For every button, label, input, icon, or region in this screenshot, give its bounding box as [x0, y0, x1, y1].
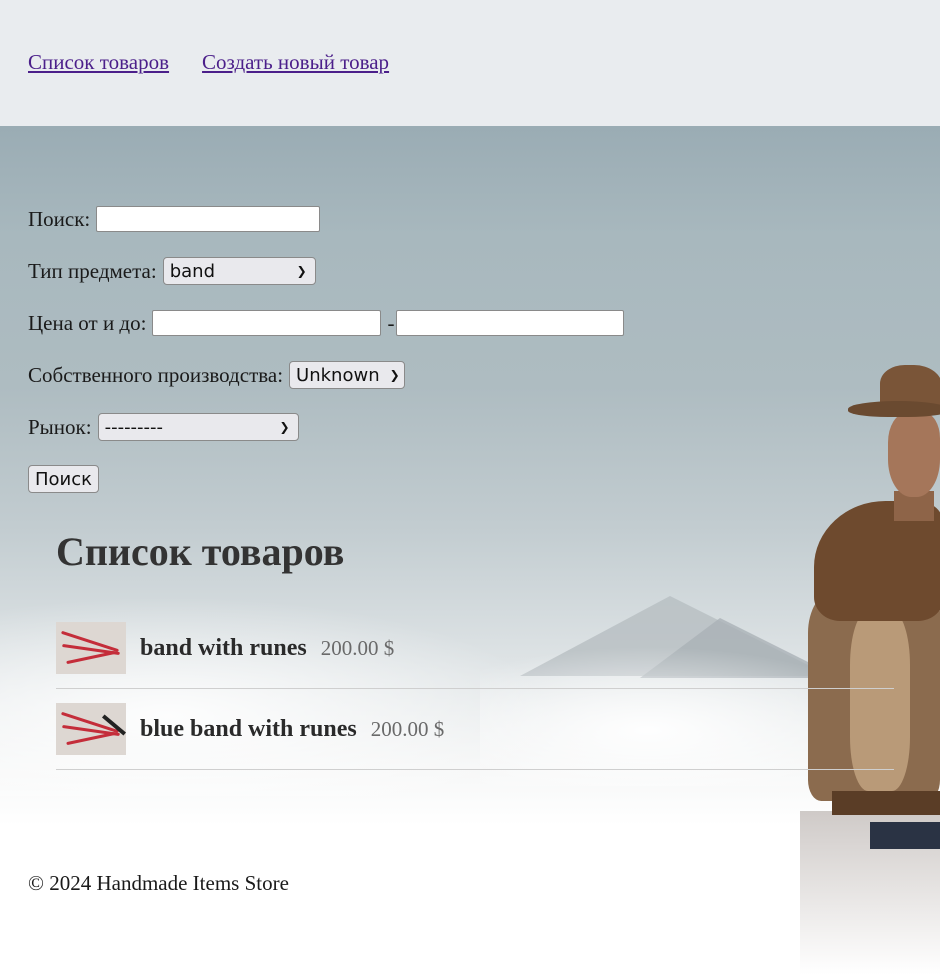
item-type-selected: band	[169, 260, 215, 282]
search-button[interactable]: Поиск	[28, 465, 100, 493]
product-name[interactable]: blue band with runes	[140, 716, 357, 743]
item-type-select[interactable]: band ❯	[162, 257, 316, 285]
product-name[interactable]: band with runes	[140, 635, 307, 662]
product-list-title: Список товаров	[56, 529, 345, 574]
market-selected: ---------	[104, 416, 164, 438]
product-price: 200.00 $	[320, 635, 395, 660]
chevron-down-icon: ❯	[279, 420, 290, 434]
own-production-selected: Unknown	[296, 364, 380, 386]
nav-link-create-product[interactable]: Создать новый товар	[202, 50, 389, 75]
market-label: Рынок:	[28, 414, 92, 439]
list-item[interactable]: band with runes 200.00 $	[56, 608, 894, 689]
price-to-input[interactable]	[396, 310, 625, 336]
price-from-input[interactable]	[152, 310, 382, 336]
chevron-down-icon: ❯	[296, 264, 307, 278]
own-production-row: Собственного производства: Unknown ❯	[28, 360, 624, 390]
type-row: Тип предмета: band ❯	[28, 256, 624, 286]
price-separator: -	[387, 310, 395, 335]
product-thumbnail[interactable]	[56, 703, 126, 755]
own-production-label: Собственного производства:	[28, 362, 284, 387]
own-production-select[interactable]: Unknown ❯	[289, 361, 406, 389]
list-item[interactable]: blue band with runes 200.00 $	[56, 689, 894, 770]
nav-link-product-list[interactable]: Список товаров	[28, 50, 169, 75]
search-input[interactable]	[96, 206, 321, 232]
query-label: Поиск:	[28, 206, 91, 231]
submit-row: Поиск	[28, 464, 624, 494]
price-label: Цена от и до:	[28, 310, 147, 335]
main-nav: Список товаров Создать новый товар	[28, 50, 389, 75]
product-price: 200.00 $	[370, 716, 445, 741]
query-row: Поиск:	[28, 204, 624, 234]
image-corner	[870, 822, 940, 849]
market-select[interactable]: --------- ❯	[97, 413, 299, 441]
product-list: band with runes 200.00 $ blue band with …	[56, 608, 894, 770]
type-label: Тип предмета:	[28, 258, 157, 283]
footer-copyright: © 2024 Handmade Items Store	[28, 871, 289, 895]
product-thumbnail[interactable]	[56, 622, 126, 674]
price-row: Цена от и до: -	[28, 308, 625, 338]
search-form: Поиск: Тип предмета: band ❯ Цена от и до…	[28, 204, 625, 516]
chevron-down-icon: ❯	[389, 368, 400, 382]
header: Список товаров Создать новый товар	[0, 0, 940, 126]
market-row: Рынок: --------- ❯	[28, 412, 624, 442]
